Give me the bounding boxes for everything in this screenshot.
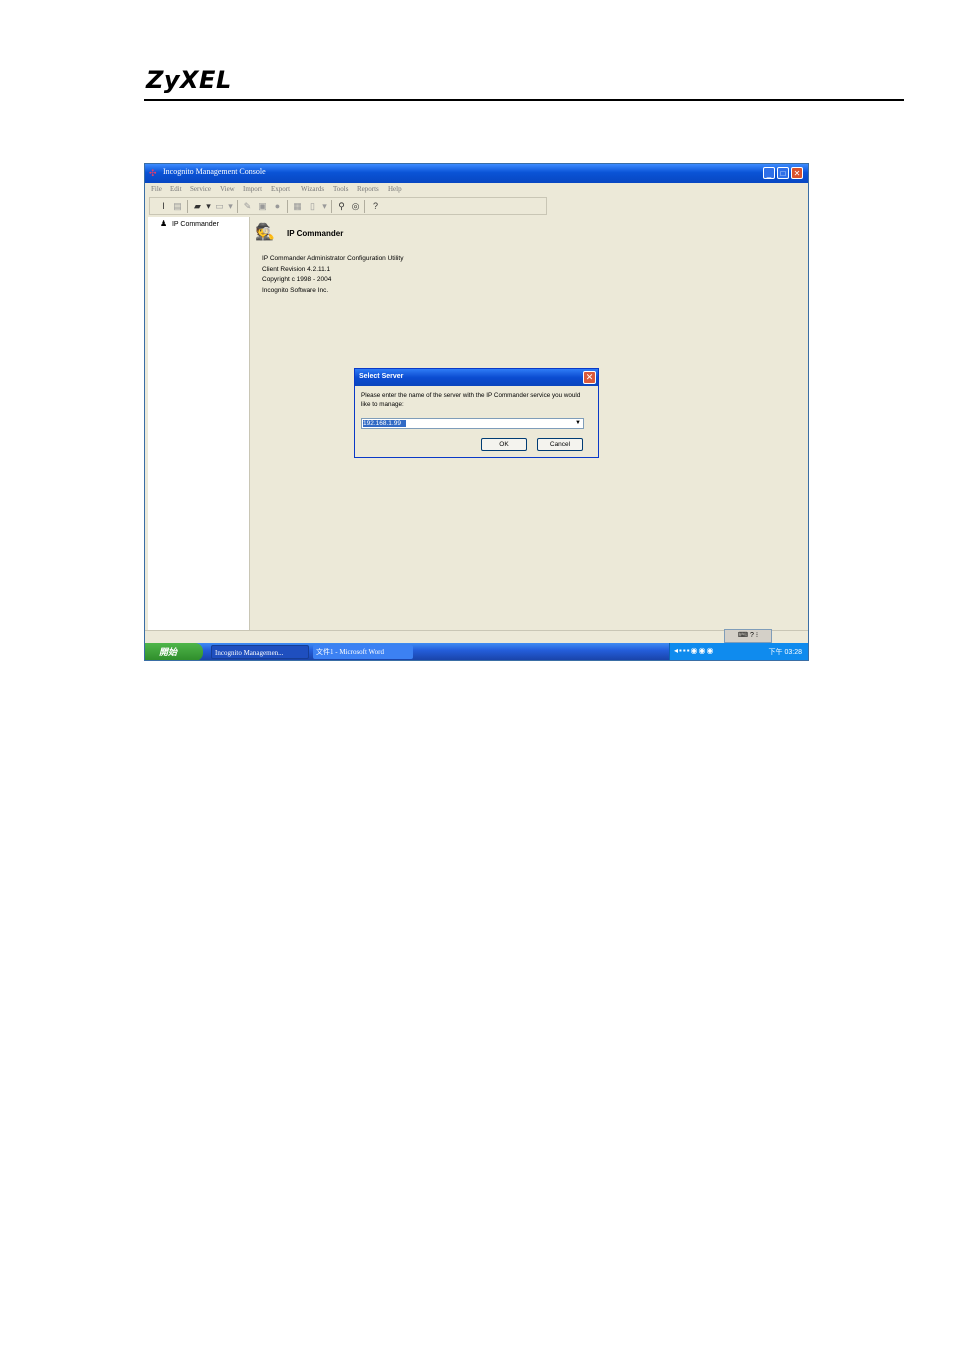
taskbar: 開始 Incognito Managemen... 文件1 - Microsof… bbox=[145, 643, 808, 660]
menu-import[interactable]: Import bbox=[243, 185, 262, 193]
help-circle-icon[interactable]: ◎ bbox=[350, 201, 361, 212]
minimize-button[interactable]: _ bbox=[763, 167, 775, 179]
menu-reports[interactable]: Reports bbox=[357, 185, 379, 193]
page-icon[interactable]: ▯ bbox=[307, 201, 318, 212]
menu-view[interactable]: View bbox=[220, 185, 235, 193]
window-titlebar[interactable]: ✣ Incognito Management Console _ □ ✕ bbox=[145, 164, 808, 183]
keyboard-icon[interactable]: ⌨ bbox=[738, 632, 748, 639]
menu-wizards[interactable]: Wizards bbox=[301, 185, 324, 193]
taskbar-item-word[interactable]: 文件1 - Microsoft Word bbox=[313, 645, 413, 659]
tree-item-label: IP Commander bbox=[171, 221, 219, 228]
menu-edit[interactable]: Edit bbox=[170, 185, 182, 193]
navigation-tree: ♟ IP Commander bbox=[148, 217, 250, 630]
language-bar[interactable]: ⌨ ? ⁝ bbox=[724, 629, 772, 643]
toolbar: I ▤ ▰ ▾ ▭ ▾ ✎ ▣ ● ▦ ▯ ▾ ⚲ ◎ ? bbox=[149, 197, 547, 215]
info-line-company: Incognito Software Inc. bbox=[262, 286, 329, 294]
delete-icon[interactable]: ● bbox=[272, 201, 283, 212]
spy-avatar-icon: 🕵 bbox=[255, 224, 275, 241]
chevron-down-icon[interactable]: ▾ bbox=[319, 201, 330, 212]
grid-icon[interactable]: ▤ bbox=[172, 201, 183, 212]
taskbar-item-console[interactable]: Incognito Managemen... bbox=[211, 645, 309, 659]
print-icon[interactable]: ▭ bbox=[214, 201, 225, 212]
dialog-titlebar[interactable]: Select Server ✕ bbox=[355, 369, 598, 386]
cancel-button[interactable]: Cancel bbox=[537, 438, 583, 451]
pencil-icon[interactable]: ✎ bbox=[242, 201, 253, 212]
options-icon[interactable]: ⁝ bbox=[756, 632, 758, 639]
menu-help[interactable]: Help bbox=[388, 185, 402, 193]
info-line-revision: Client Revision 4.2.11.1 bbox=[262, 265, 331, 273]
close-button[interactable]: ✕ bbox=[791, 167, 803, 179]
menu-export[interactable]: Export bbox=[271, 185, 290, 193]
zyxel-logo: ZyXEL bbox=[146, 66, 232, 94]
chevron-down-icon[interactable]: ▾ bbox=[203, 201, 214, 212]
system-tray: ◂▪▪▪◉◉◉ 下午 03:28 bbox=[669, 643, 808, 660]
image-icon[interactable]: ▦ bbox=[292, 201, 303, 212]
content-title: IP Commander bbox=[287, 229, 344, 238]
text-cursor-icon[interactable]: I bbox=[158, 201, 169, 212]
info-line-utility: IP Commander Administrator Configuration… bbox=[262, 255, 404, 262]
menu-service[interactable]: Service bbox=[190, 185, 211, 193]
menu-file[interactable]: File bbox=[151, 185, 162, 193]
open-folder-icon[interactable]: ▰ bbox=[192, 201, 203, 212]
chevron-down-icon[interactable]: ▾ bbox=[225, 201, 236, 212]
dialog-message: Please enter the name of the server with… bbox=[361, 392, 581, 408]
menu-bar: File Edit Service View Import Export Wiz… bbox=[145, 183, 808, 196]
server-input[interactable] bbox=[363, 419, 563, 428]
window-title: Incognito Management Console bbox=[163, 167, 266, 176]
select-server-dialog: Select Server ✕ Please enter the name of… bbox=[354, 368, 599, 458]
agent-icon: ♟ bbox=[160, 219, 168, 228]
search-icon[interactable]: ⚲ bbox=[336, 201, 347, 212]
toolbar-separator bbox=[364, 200, 365, 213]
ok-button[interactable]: OK bbox=[481, 438, 527, 451]
maximize-button[interactable]: □ bbox=[777, 167, 789, 179]
save-icon[interactable]: ▣ bbox=[257, 201, 268, 212]
toolbar-separator bbox=[331, 200, 332, 213]
header-rule bbox=[144, 99, 904, 101]
about-info: IP Commander Administrator Configuration… bbox=[262, 254, 404, 296]
toolbar-separator bbox=[287, 200, 288, 213]
tray-clock[interactable]: 下午 03:28 bbox=[769, 647, 802, 657]
help-icon[interactable]: ? bbox=[750, 632, 754, 639]
server-combobox[interactable]: ▼ bbox=[361, 418, 584, 429]
app-icon: ✣ bbox=[149, 168, 157, 178]
status-bar bbox=[145, 630, 808, 643]
toolbar-separator bbox=[187, 200, 188, 213]
dialog-close-icon[interactable]: ✕ bbox=[583, 371, 596, 384]
menu-tools[interactable]: Tools bbox=[333, 185, 348, 193]
chevron-down-icon[interactable]: ▼ bbox=[573, 419, 583, 428]
toolbar-separator bbox=[237, 200, 238, 213]
help-icon[interactable]: ? bbox=[370, 201, 381, 212]
info-line-copyright: Copyright c 1998 - 2004 bbox=[262, 276, 332, 283]
start-button[interactable]: 開始 bbox=[145, 643, 203, 660]
tree-item-ip-commander[interactable]: ♟ IP Commander bbox=[160, 219, 219, 228]
dialog-title: Select Server bbox=[359, 373, 404, 380]
tray-icons[interactable]: ◂▪▪▪◉◉◉ bbox=[674, 646, 714, 655]
